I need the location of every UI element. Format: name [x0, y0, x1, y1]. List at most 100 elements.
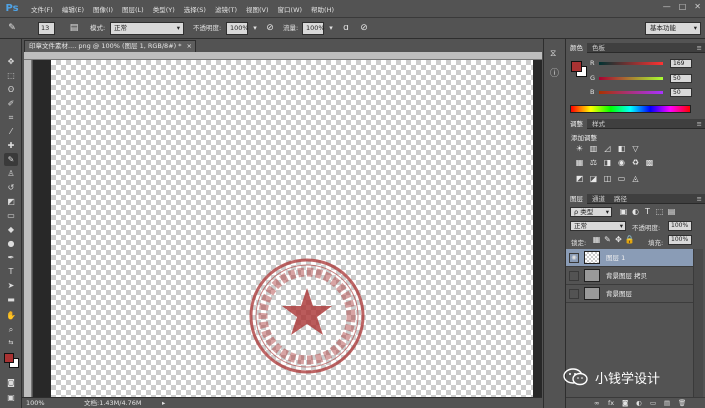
screen-mode-icon[interactable]: ▣ — [4, 391, 18, 404]
tab-adjustments[interactable]: 调整 — [566, 119, 587, 129]
layers-scrollbar[interactable] — [693, 249, 703, 397]
eyedropper-tool-icon[interactable]: ⁄ — [4, 125, 18, 138]
pressure-size-icon[interactable]: ⊘ — [358, 22, 370, 34]
swap-colors-icon[interactable]: ⇆ — [4, 336, 18, 349]
invert-icon[interactable]: ◩ — [574, 174, 585, 184]
menu-filter[interactable]: 滤镜(T) — [215, 4, 237, 14]
minimize-icon[interactable]: — — [663, 2, 671, 11]
layer-filter-select[interactable]: ρ 类型 ▾ — [570, 207, 612, 217]
gradient-map-icon[interactable]: ▭ — [616, 174, 627, 184]
tab-styles[interactable]: 样式 — [588, 119, 609, 129]
layer-style-icon[interactable]: fx — [608, 398, 614, 408]
eye-hidden-icon[interactable] — [569, 271, 579, 281]
shape-tool-icon[interactable]: ▬ — [4, 293, 18, 306]
panel-menu-icon[interactable]: ≡ — [697, 119, 702, 129]
quick-select-icon[interactable]: ✐ — [4, 97, 18, 110]
green-value-input[interactable]: 50 — [670, 74, 692, 83]
panel-foreground-swatch[interactable] — [571, 61, 582, 72]
posterize-icon[interactable]: ◪ — [588, 174, 599, 184]
lock-position-icon[interactable]: ✥ — [613, 235, 624, 245]
eye-icon[interactable]: ◉ — [569, 253, 579, 263]
menu-edit[interactable]: 编辑(E) — [62, 4, 84, 14]
blend-mode-select[interactable]: 正常 ▾ — [570, 221, 626, 231]
brush-panel-icon[interactable]: ▤ — [68, 22, 80, 34]
properties-panel-icon[interactable]: ⓘ — [550, 66, 559, 79]
menu-type[interactable]: 类型(Y) — [153, 4, 175, 14]
tab-color[interactable]: 颜色 — [566, 43, 587, 53]
zoom-tool-icon[interactable]: ⌕ — [4, 323, 18, 336]
clone-stamp-icon[interactable]: ♙ — [4, 167, 18, 180]
layer-row[interactable]: 背景图层 拷贝 — [566, 267, 693, 285]
brush-tool-icon[interactable]: ✎ — [4, 153, 18, 166]
close-icon[interactable]: × — [187, 41, 192, 52]
hand-tool-icon[interactable]: ✋ — [4, 309, 18, 322]
delete-layer-icon[interactable]: 🗑 — [678, 398, 686, 408]
dodge-tool-icon[interactable]: ● — [4, 237, 18, 250]
brightness-icon[interactable]: ☀ — [574, 144, 585, 154]
panel-menu-icon[interactable]: ≡ — [697, 43, 702, 53]
canvas[interactable] — [51, 60, 533, 397]
mode-select[interactable]: 正常 ▾ — [110, 22, 184, 35]
menu-file[interactable]: 文件(F) — [31, 4, 53, 14]
selective-color-icon[interactable]: ◬ — [630, 174, 641, 184]
lock-pixels-icon[interactable]: ▦ — [591, 235, 602, 245]
channel-mixer-icon[interactable]: ♻ — [630, 158, 641, 168]
eye-hidden-icon[interactable] — [569, 289, 579, 299]
filter-adjust-icon[interactable]: ◐ — [630, 207, 641, 217]
new-group-icon[interactable]: ▭ — [650, 398, 656, 408]
layer-opacity-input[interactable]: 100% — [668, 221, 692, 231]
healing-brush-icon[interactable]: ✚ — [4, 139, 18, 152]
type-tool-icon[interactable]: T — [4, 265, 18, 278]
layer-row[interactable]: ◉ 图层 1 — [566, 249, 693, 267]
tab-channels[interactable]: 通道 — [588, 194, 609, 204]
threshold-icon[interactable]: ◫ — [602, 174, 613, 184]
color-spectrum-bar[interactable] — [570, 105, 691, 113]
menu-help[interactable]: 帮助(H) — [311, 4, 334, 14]
menu-layer[interactable]: 图层(L) — [122, 4, 144, 14]
blue-slider[interactable] — [599, 91, 663, 94]
opacity-dropdown-icon[interactable]: ▾ — [249, 22, 261, 34]
eraser-tool-icon[interactable]: ◩ — [4, 195, 18, 208]
lock-icon[interactable]: 🔒 — [624, 235, 635, 245]
history-panel-icon[interactable]: ⧖ — [550, 49, 556, 59]
foreground-color-swatch[interactable] — [4, 353, 14, 363]
airbrush-icon[interactable]: ɑ — [340, 22, 352, 34]
menu-select[interactable]: 选择(S) — [184, 4, 206, 14]
maximize-icon[interactable]: □ — [679, 2, 687, 11]
history-brush-icon[interactable]: ↺ — [4, 181, 18, 194]
filter-smart-icon[interactable]: ▤ — [666, 207, 677, 217]
tab-layers[interactable]: 图层 — [566, 194, 587, 204]
lock-brush-icon[interactable]: ✎ — [602, 235, 613, 245]
hue-saturation-icon[interactable]: ▦ — [574, 158, 585, 168]
path-select-icon[interactable]: ➤ — [4, 279, 18, 292]
blur-tool-icon[interactable]: ◆ — [4, 223, 18, 236]
menu-view[interactable]: 视图(V) — [246, 4, 269, 14]
workspace-select[interactable]: 基本功能 ▾ — [645, 22, 701, 35]
add-mask-icon[interactable]: ◙ — [622, 398, 628, 408]
vibrance-icon[interactable]: ▽ — [630, 144, 641, 154]
red-slider[interactable] — [599, 62, 663, 65]
black-white-icon[interactable]: ◨ — [602, 158, 613, 168]
marquee-tool-icon[interactable]: ⬚ — [4, 69, 18, 82]
tab-paths[interactable]: 路径 — [610, 194, 631, 204]
brush-size-picker[interactable]: 13 — [38, 22, 55, 35]
levels-icon[interactable]: ▥ — [588, 144, 599, 154]
pen-tool-icon[interactable]: ✒ — [4, 251, 18, 264]
color-lookup-icon[interactable]: ▩ — [644, 158, 655, 168]
fill-input[interactable]: 100% — [668, 235, 692, 245]
new-layer-icon[interactable]: ▤ — [664, 398, 670, 408]
quick-mask-icon[interactable]: ◙ — [4, 376, 18, 389]
red-value-input[interactable]: 169 — [670, 59, 692, 68]
menu-image[interactable]: 图像(I) — [93, 4, 113, 14]
crop-tool-icon[interactable]: ⌗ — [4, 111, 18, 124]
tab-swatches[interactable]: 色板 — [588, 43, 609, 53]
green-slider[interactable] — [599, 77, 663, 80]
flow-dropdown-icon[interactable]: ▾ — [325, 22, 337, 34]
layer-row[interactable]: 背景图层 — [566, 285, 693, 303]
zoom-level[interactable]: 100% — [26, 398, 45, 408]
lasso-tool-icon[interactable]: ʘ — [4, 83, 18, 96]
move-tool-icon[interactable]: ✥ — [4, 55, 18, 68]
photo-filter-icon[interactable]: ◉ — [616, 158, 627, 168]
opacity-input[interactable]: 100% — [226, 22, 249, 35]
color-balance-icon[interactable]: ⚖ — [588, 158, 599, 168]
